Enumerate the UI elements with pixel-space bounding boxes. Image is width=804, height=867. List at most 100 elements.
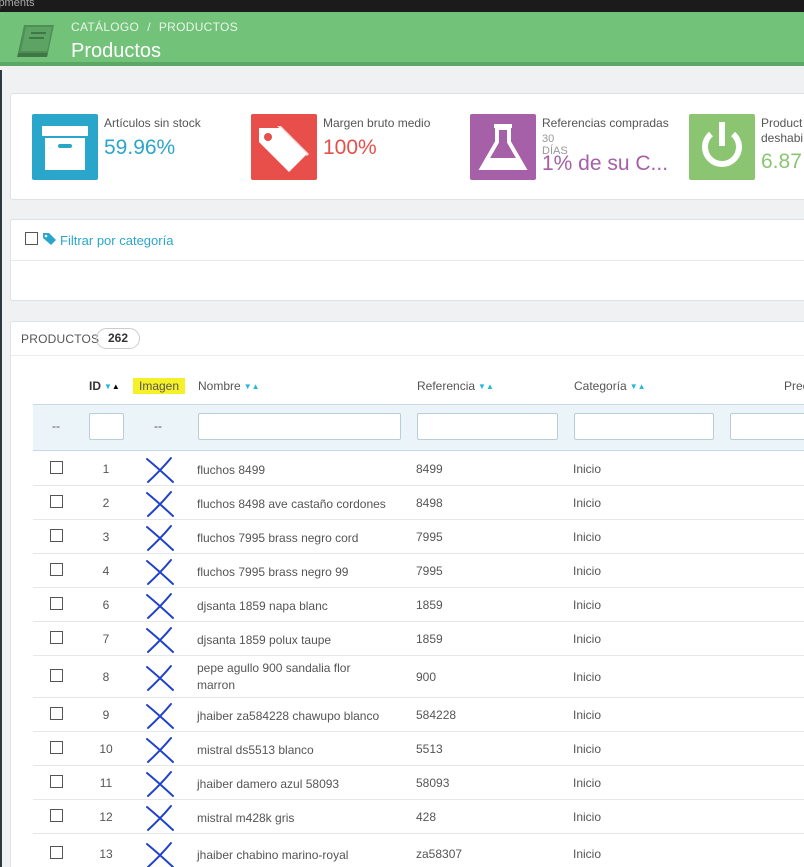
row-checkbox[interactable] xyxy=(50,461,63,474)
cell-id: 11 xyxy=(99,776,113,790)
price-tag-icon xyxy=(251,114,317,180)
cell-name[interactable]: djsanta 1859 polux taupe xyxy=(197,632,331,649)
power-icon xyxy=(689,114,755,180)
x-icon xyxy=(146,627,174,653)
cell-name-text: djsanta 1859 napa blanc xyxy=(197,599,328,613)
x-icon xyxy=(146,559,174,585)
cell-name[interactable]: fluchos 8499 xyxy=(197,462,265,479)
row-checkbox[interactable] xyxy=(50,495,63,508)
column-header-label: Categoría xyxy=(574,379,627,393)
filter-id-input[interactable] xyxy=(89,413,124,440)
cell-id: 2 xyxy=(102,496,110,510)
row-checkbox[interactable] xyxy=(50,597,63,610)
cell-category: Inicio xyxy=(573,632,602,646)
row-checkbox[interactable] xyxy=(50,707,63,720)
cell-name[interactable]: jhaiber damero azul 58093 xyxy=(197,776,339,793)
row-checkbox[interactable] xyxy=(50,529,63,542)
cell-reference: 1859 xyxy=(416,632,443,646)
table-row[interactable]: 7 djsanta 1859 polux taupe 1859 Inicio xyxy=(33,622,804,656)
cell-id: 3 xyxy=(102,530,110,544)
breadcrumb-catalogo[interactable]: CATÁLOGO xyxy=(71,20,139,34)
table-row[interactable]: 6 djsanta 1859 napa blanc 1859 Inicio xyxy=(33,588,804,622)
breadcrumb: CATÁLOGO / PRODUCTOS xyxy=(71,20,238,34)
cell-name[interactable]: jhaiber chabino marino-royal xyxy=(197,847,348,864)
column-header-label: ID xyxy=(89,379,101,393)
sort-icons[interactable]: ▼▲ xyxy=(478,382,494,391)
cell-category: Inicio xyxy=(573,564,602,578)
sort-icons[interactable]: ▼▲ xyxy=(244,382,260,391)
table-row[interactable]: 12 mistral m428k gris 428 Inicio xyxy=(33,800,804,834)
breadcrumb-productos[interactable]: PRODUCTOS xyxy=(159,20,238,34)
cell-category: Inicio xyxy=(573,847,602,861)
cell-name[interactable]: fluchos 7995 brass negro 99 xyxy=(197,564,348,581)
cell-name-text: jhaiber chabino marino-royal xyxy=(197,848,349,862)
filter-name-input[interactable] xyxy=(198,413,401,440)
column-header-reference[interactable]: Referencia ▼▲ xyxy=(417,379,494,393)
cell-name-text: jhaiber za584228 chawupo blanco xyxy=(197,709,380,723)
cell-name[interactable]: fluchos 8498 ave castaño cordones xyxy=(197,496,386,513)
table-row[interactable]: 9 jhaiber za584228 chawupo blanco 584228 In… xyxy=(33,698,804,732)
table-row[interactable]: 13 jhaiber chabino marino-royal za58307 Ini… xyxy=(33,834,804,867)
table-row[interactable]: 8 pepe agullo 900 sandalia flor marron 900 I… xyxy=(33,656,804,698)
filter-category-input[interactable] xyxy=(574,413,714,440)
row-checkbox[interactable] xyxy=(50,846,63,859)
cell-name-text: mistral ds5513 blanco xyxy=(197,743,314,757)
table-row[interactable]: 1 fluchos 8499 8499 Inicio xyxy=(33,452,804,486)
cell-reference: 1859 xyxy=(416,598,443,612)
filter-price-input[interactable] xyxy=(730,413,804,440)
table-row[interactable]: 10 mistral ds5513 blanco 5513 Inicio xyxy=(33,732,804,766)
category-filter-checkbox[interactable] xyxy=(25,232,38,245)
cell-name[interactable]: jhaiber za584228 chawupo blanco xyxy=(197,708,379,725)
page-title: Productos xyxy=(71,40,162,62)
category-filter-link[interactable]: Filtrar por categoría xyxy=(60,233,173,248)
cell-name[interactable]: pepe agullo 900 sandalia flor marron xyxy=(197,660,350,694)
os-bar-text: ipments xyxy=(0,0,35,9)
sort-icons[interactable]: ▼▲ xyxy=(630,382,646,391)
row-checkbox[interactable] xyxy=(50,741,63,754)
column-header-id[interactable]: ID ▼▲ xyxy=(89,379,120,393)
x-icon xyxy=(146,737,174,763)
cell-name-text: djsanta 1859 polux taupe xyxy=(197,633,332,647)
cell-name[interactable]: djsanta 1859 napa blanc xyxy=(197,598,328,615)
products-panel: PRODUCTOS 262 ID ▼▲ Imagen Nombre ▼▲ Refer… xyxy=(10,321,804,867)
column-header-category[interactable]: Categoría ▼▲ xyxy=(574,379,646,393)
cell-name-text: fluchos 8499 xyxy=(197,463,266,477)
filter-placeholder-dash: -- xyxy=(52,419,60,433)
cell-name-text: fluchos 8498 ave castaño cordones xyxy=(197,497,386,511)
cell-reference: 428 xyxy=(416,810,437,824)
table-row[interactable]: 4 fluchos 7995 brass negro 99 7995 Inicio xyxy=(33,554,804,588)
cell-name[interactable]: mistral m428k gris xyxy=(197,810,294,827)
row-checkbox[interactable] xyxy=(50,809,63,822)
cell-category: Inicio xyxy=(573,462,602,476)
cell-category: Inicio xyxy=(573,776,602,790)
column-header-name[interactable]: Nombre ▼▲ xyxy=(198,379,260,393)
cell-name-text: jhaiber damero azul 58093 xyxy=(197,777,340,791)
sort-icons[interactable]: ▼▲ xyxy=(104,382,120,391)
left-edge xyxy=(0,70,2,867)
x-icon xyxy=(146,593,174,619)
cell-id: 12 xyxy=(99,810,113,824)
filter-placeholder-dash: -- xyxy=(154,419,162,433)
column-header-label: Nombre xyxy=(198,379,241,393)
book-icon xyxy=(17,25,54,57)
table-row[interactable]: 11 jhaiber damero azul 58093 58093 Inicio xyxy=(33,766,804,800)
filter-row: -- -- xyxy=(33,404,804,451)
os-top-bar: ipments xyxy=(0,0,804,12)
table-row[interactable]: 3 fluchos 7995 brass negro cord 7995 Inicio xyxy=(33,520,804,554)
cell-category: Inicio xyxy=(573,810,602,824)
filter-reference-input[interactable] xyxy=(417,413,558,440)
row-checkbox[interactable] xyxy=(50,563,63,576)
cell-id: 4 xyxy=(102,564,110,578)
table-row[interactable]: 2 fluchos 8498 ave castaño cordones 8498 In… xyxy=(33,486,804,520)
cell-id: 13 xyxy=(99,847,113,861)
row-checkbox[interactable] xyxy=(50,775,63,788)
column-header-price[interactable]: Prec xyxy=(784,379,804,393)
cell-name[interactable]: mistral ds5513 blanco xyxy=(197,742,314,759)
row-checkbox[interactable] xyxy=(50,631,63,644)
kpi-value: 59.96% xyxy=(104,136,176,159)
row-checkbox[interactable] xyxy=(50,669,63,682)
cell-name[interactable]: fluchos 7995 brass negro cord xyxy=(197,530,358,547)
cell-category: Inicio xyxy=(573,670,602,684)
cell-id: 7 xyxy=(102,632,110,646)
cell-name-text: mistral m428k gris xyxy=(197,811,295,825)
